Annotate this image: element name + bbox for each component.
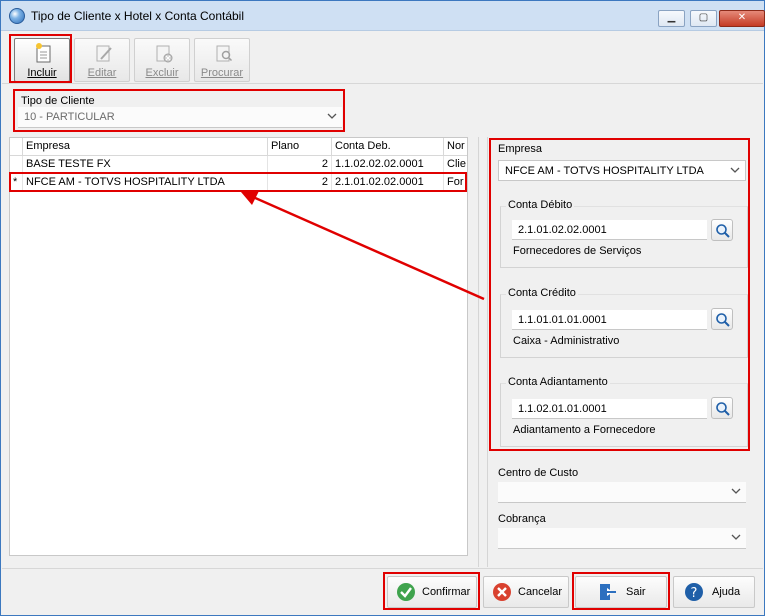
- main-window: Tipo de Cliente x Hotel x Conta Contábil…: [0, 0, 765, 616]
- annotation-arrow: [241, 191, 485, 301]
